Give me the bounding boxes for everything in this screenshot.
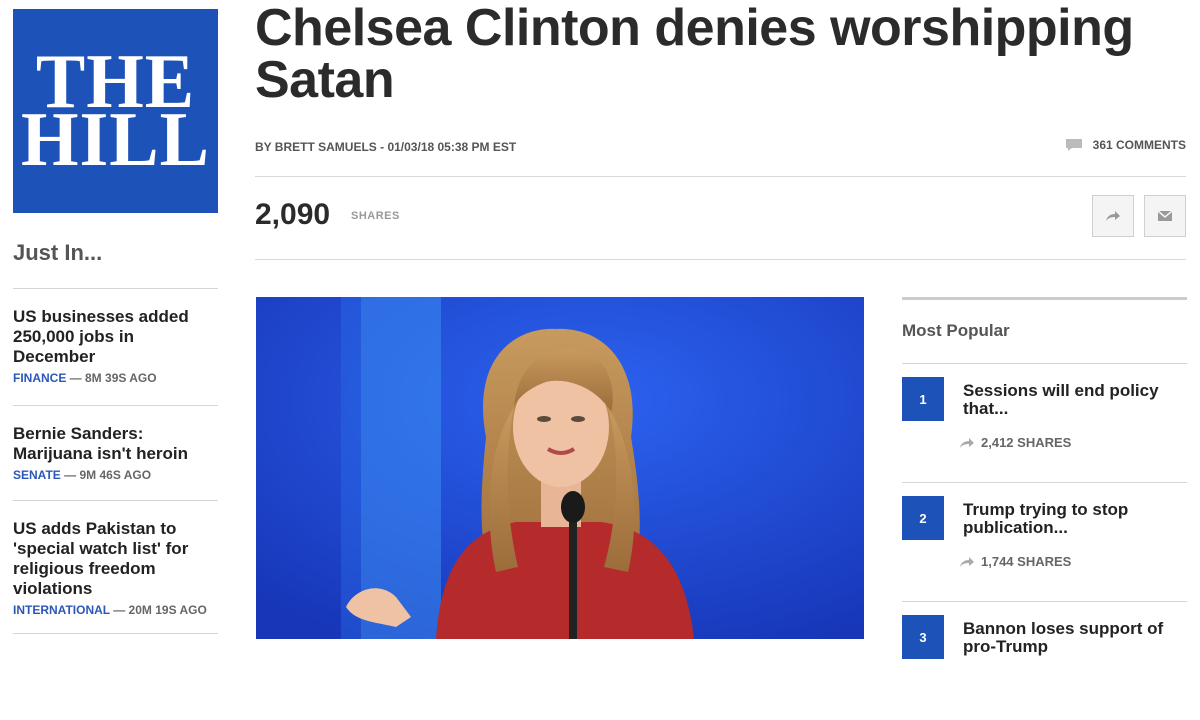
comments-count: 361 COMMENTS — [1092, 138, 1186, 152]
share-arrow-icon — [960, 437, 974, 448]
shares-count: 2,090 — [255, 198, 331, 231]
comment-icon — [1065, 139, 1082, 151]
share-arrow-icon — [960, 556, 974, 567]
share-arrow-icon — [1106, 211, 1120, 221]
just-in-headline[interactable]: Bernie Sanders: Marijuana isn't heroin — [13, 424, 218, 464]
just-in-item: Bernie Sanders: Marijuana isn't heroin S… — [13, 405, 218, 500]
just-in-list: US businesses added 250,000 jobs in Dece… — [13, 288, 218, 634]
popular-rank-badge: 1 — [902, 377, 944, 421]
just-in-meta: INTERNATIONAL — 20M 19S AGO — [13, 603, 218, 617]
just-in-meta: FINANCE — 8M 39S AGO — [13, 371, 218, 385]
popular-headline[interactable]: Sessions will end policy that... — [963, 382, 1178, 418]
divider — [255, 259, 1186, 260]
comments-link[interactable]: 361 COMMENTS — [1065, 138, 1186, 152]
most-popular-list: 1 Sessions will end policy that... 2,412… — [902, 363, 1187, 720]
just-in-headline[interactable]: US adds Pakistan to 'special watch list'… — [13, 519, 218, 599]
popular-shares-count: 2,412 SHARES — [981, 435, 1072, 450]
category-link[interactable]: INTERNATIONAL — [13, 603, 110, 617]
just-in-meta: SENATE — 9M 46S AGO — [13, 468, 218, 482]
popular-headline[interactable]: Bannon loses support of pro-Trump — [963, 620, 1178, 656]
popular-headline[interactable]: Trump trying to stop publication... — [963, 501, 1178, 537]
popular-item: 3 Bannon loses support of pro-Trump — [902, 601, 1187, 720]
divider — [13, 633, 218, 634]
popular-shares-count: 1,744 SHARES — [981, 554, 1072, 569]
popular-rank-badge: 2 — [902, 496, 944, 540]
share-button[interactable] — [1092, 195, 1134, 237]
email-icon — [1157, 210, 1173, 221]
popular-shares: 1,744 SHARES — [959, 554, 1071, 569]
most-popular-rule — [902, 297, 1187, 300]
photo-illustration — [256, 297, 864, 639]
byline: BY BRETT SAMUELS - 01/03/18 05:38 PM EST — [255, 140, 517, 154]
logo-line-2: HILL — [20, 96, 211, 184]
just-in-item: US businesses added 250,000 jobs in Dece… — [13, 288, 218, 405]
popular-shares: 2,412 SHARES — [959, 435, 1071, 450]
timestamp: — 9M 46S AGO — [60, 468, 152, 482]
divider — [255, 176, 1186, 177]
category-link[interactable]: SENATE — [13, 468, 61, 482]
email-button[interactable] — [1144, 195, 1186, 237]
site-logo[interactable]: THE HILL — [13, 9, 218, 213]
timestamp: — 20M 19S AGO — [109, 603, 207, 617]
popular-rank-badge: 3 — [902, 615, 944, 659]
popular-item: 2 Trump trying to stop publication... 1,… — [902, 482, 1187, 601]
category-link[interactable]: FINANCE — [13, 371, 66, 385]
shares-label: SHARES — [351, 210, 400, 222]
article-photo[interactable] — [256, 297, 864, 639]
timestamp: — 8M 39S AGO — [66, 371, 157, 385]
popular-item: 1 Sessions will end policy that... 2,412… — [902, 363, 1187, 482]
most-popular-heading: Most Popular — [902, 321, 1010, 340]
just-in-headline[interactable]: US businesses added 250,000 jobs in Dece… — [13, 307, 218, 367]
just-in-heading: Just In... — [13, 240, 103, 265]
just-in-item: US adds Pakistan to 'special watch list'… — [13, 500, 218, 633]
article-title: Chelsea Clinton denies worshipping Satan — [255, 0, 1134, 109]
